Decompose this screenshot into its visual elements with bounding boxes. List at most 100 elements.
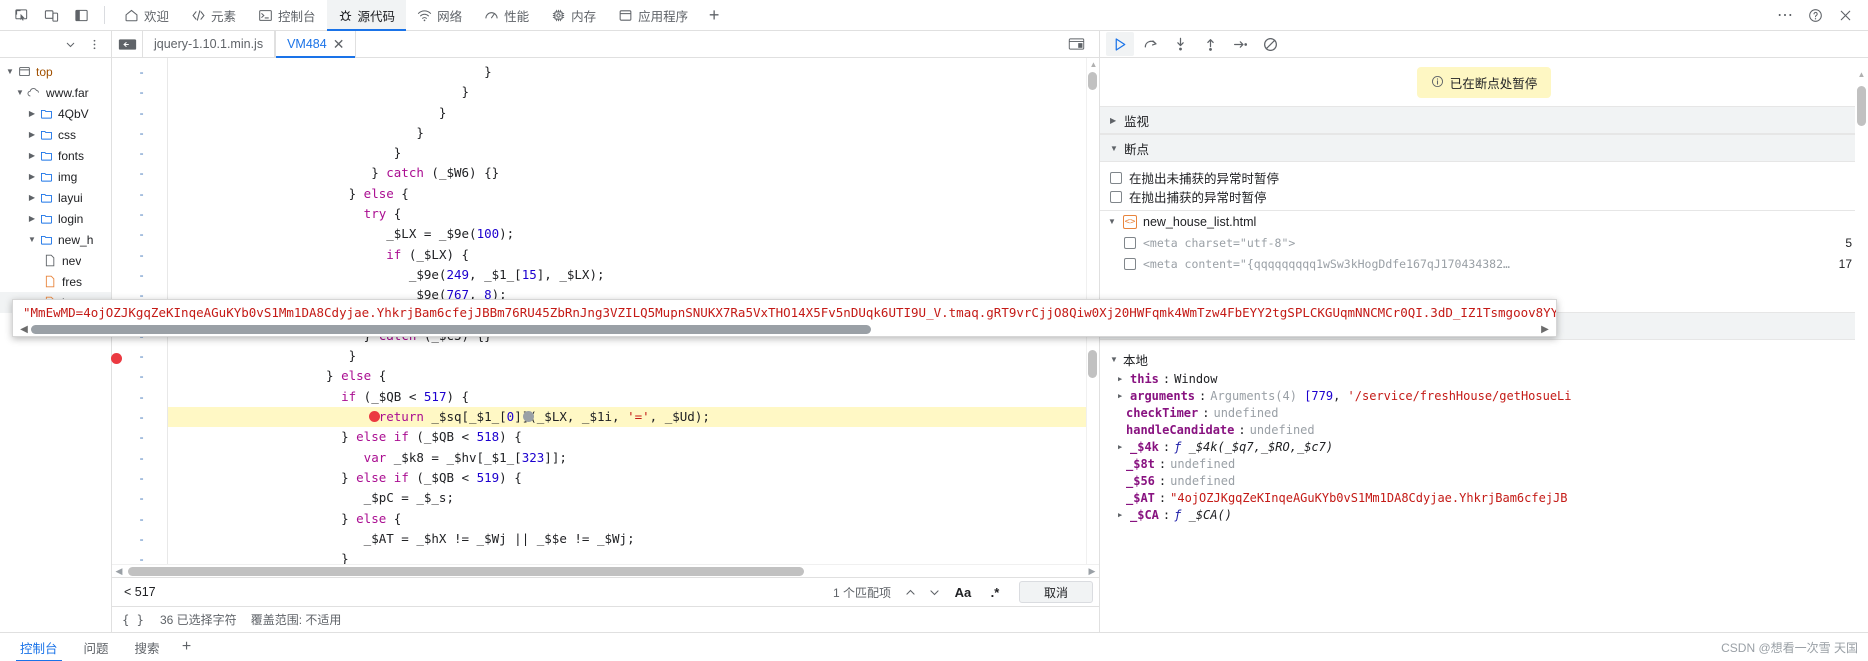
code-line-highlighted[interactable]: return _$sq[_$1_[0]](_$LX, _$1i, '=', _$…: [168, 407, 1099, 428]
line-number[interactable]: -: [112, 123, 167, 143]
scroll-left-arrow-icon[interactable]: ◀: [112, 566, 126, 577]
help-icon[interactable]: [1800, 2, 1830, 28]
navigator-more-options-icon[interactable]: [83, 33, 105, 55]
scope-variable-row[interactable]: _$AT: "4ojOZJKgqZeKInqeAGuKYb0vS1Mm1DA8C…: [1100, 489, 1868, 506]
step-into-icon[interactable]: [1166, 32, 1194, 56]
close-icon[interactable]: ✕: [333, 37, 345, 51]
step-over-icon[interactable]: [1136, 32, 1164, 56]
scope-variable-row[interactable]: ▶ arguments: Arguments(4) [779, '/service…: [1100, 387, 1868, 404]
chevron-down-icon[interactable]: ▼: [1110, 144, 1119, 153]
section-breakpoints[interactable]: ▼ 断点: [1100, 134, 1868, 162]
checkbox[interactable]: [1124, 236, 1136, 249]
drawer-tab-issues[interactable]: 问题: [72, 633, 121, 661]
scope-variable-row[interactable]: checkTimer: undefined: [1100, 404, 1868, 421]
line-number[interactable]: -: [112, 509, 167, 529]
code-line[interactable]: } else if (_$QB < 519) {: [168, 468, 1099, 488]
scope-group-local[interactable]: ▼ 本地: [1100, 349, 1868, 370]
chevron-right-icon[interactable]: ▶: [1110, 116, 1119, 125]
editor-vscroll-thumb-2[interactable]: [1088, 350, 1097, 378]
open-in-new-window-icon[interactable]: [1061, 37, 1091, 51]
navigator-breakpoint-dot[interactable]: [111, 353, 122, 364]
code-line[interactable]: }: [168, 549, 1099, 564]
collapse-triangle-icon[interactable]: ▶: [26, 214, 38, 223]
scope-variable-row[interactable]: handleCandidate: undefined: [1100, 421, 1868, 438]
line-number[interactable]: -: [112, 427, 167, 447]
editor-tab-jquery[interactable]: jquery-1.10.1.min.js: [142, 31, 276, 57]
tooltip-scroll-thumb[interactable]: [31, 324, 871, 334]
code-line[interactable]: if (_$LX) {: [168, 245, 1099, 265]
breakpoint-file-row[interactable]: ▼ <> new_house_list.html: [1100, 210, 1868, 232]
line-number[interactable]: -: [112, 245, 167, 265]
collapse-navigator-icon[interactable]: [112, 31, 142, 57]
more-tabs-chevron-icon[interactable]: [59, 33, 81, 55]
tab-elements[interactable]: 元素: [180, 0, 247, 31]
code-line[interactable]: }: [168, 62, 1099, 82]
line-number[interactable]: -: [112, 366, 167, 386]
breakpoint-row[interactable]: <meta charset="utf-8"> 5: [1100, 232, 1868, 253]
line-number[interactable]: -: [112, 265, 167, 285]
expand-triangle-icon[interactable]: ▼: [14, 88, 26, 97]
inspect-element-icon[interactable]: [6, 2, 36, 28]
code-line[interactable]: }: [168, 143, 1099, 163]
chevron-down-icon[interactable]: ▼: [1110, 355, 1119, 364]
find-previous-icon[interactable]: [899, 581, 923, 603]
find-next-icon[interactable]: [923, 581, 947, 603]
device-toolbar-icon[interactable]: [36, 2, 66, 28]
code-line[interactable]: _$9e(249, _$1_[15], _$LX);: [168, 265, 1099, 285]
pause-caught-exceptions-row[interactable]: 在抛出捕获的异常时暂停: [1100, 187, 1868, 206]
scroll-right-arrow-icon[interactable]: ▶: [1085, 566, 1099, 577]
scroll-right-arrow-icon[interactable]: ▶: [1538, 324, 1552, 335]
code-line[interactable]: }: [168, 103, 1099, 123]
step-out-icon[interactable]: [1196, 32, 1224, 56]
tree-item-css[interactable]: ▶ css: [0, 124, 111, 145]
tree-item-4qbv[interactable]: ▶ 4QbV: [0, 103, 111, 124]
scope-variable-row[interactable]: _$8t: undefined: [1100, 455, 1868, 472]
debugger-vscroll-thumb[interactable]: [1857, 86, 1866, 126]
code-line[interactable]: _$AT = _$hX != _$Wj || _$$e != _$Wj;: [168, 529, 1099, 549]
pretty-print-button[interactable]: { }: [120, 610, 146, 630]
line-number[interactable]: -: [112, 143, 167, 163]
code-line[interactable]: }: [168, 82, 1099, 102]
regex-toggle[interactable]: .*: [982, 581, 1008, 603]
chevron-down-icon[interactable]: ▼: [1108, 217, 1117, 226]
tab-welcome[interactable]: 欢迎: [113, 0, 180, 31]
line-number[interactable]: -: [112, 488, 167, 508]
tree-item-new-h[interactable]: ▼ new_h: [0, 229, 111, 250]
checkbox[interactable]: [1110, 171, 1122, 184]
tree-item-fres[interactable]: fres: [0, 271, 111, 292]
line-number[interactable]: -: [112, 103, 167, 123]
line-number[interactable]: -: [112, 468, 167, 488]
checkbox[interactable]: [1124, 257, 1136, 270]
debugger-vertical-scrollbar[interactable]: ▲: [1855, 58, 1868, 632]
drawer-tab-search[interactable]: 搜索: [123, 633, 172, 661]
scope-variable-row[interactable]: ▶ _$CA: ƒ _$CA(): [1100, 506, 1868, 523]
scroll-left-arrow-icon[interactable]: ◀: [17, 324, 31, 335]
line-number[interactable]: -: [112, 82, 167, 102]
line-number[interactable]: -: [112, 529, 167, 549]
add-panel-button[interactable]: +: [699, 0, 729, 31]
line-number[interactable]: -: [112, 184, 167, 204]
chevron-right-icon[interactable]: ▶: [1118, 375, 1126, 383]
tree-item-nev[interactable]: nev: [0, 250, 111, 271]
code-line[interactable]: } else {: [168, 509, 1099, 529]
scroll-up-arrow-icon[interactable]: ▲: [1089, 60, 1098, 69]
chevron-right-icon[interactable]: ▶: [1118, 392, 1126, 400]
tab-console[interactable]: 控制台: [247, 0, 327, 31]
scroll-up-arrow-icon[interactable]: ▲: [1857, 70, 1866, 79]
scope-variable-row[interactable]: _$56: undefined: [1100, 472, 1868, 489]
line-number[interactable]: -: [112, 224, 167, 244]
expand-triangle-icon[interactable]: ▼: [26, 235, 38, 244]
code-line[interactable]: } else if (_$QB < 518) {: [168, 427, 1099, 447]
code-line[interactable]: if (_$QB < 517) {: [168, 387, 1099, 407]
drawer-add-tab-button[interactable]: +: [174, 633, 200, 661]
tab-application[interactable]: 应用程序: [607, 0, 699, 31]
editor-horizontal-scrollbar[interactable]: ◀ ▶: [112, 564, 1099, 577]
drawer-tab-console[interactable]: 控制台: [8, 633, 70, 661]
tree-item-layui[interactable]: ▶ layui: [0, 187, 111, 208]
line-number[interactable]: -: [112, 387, 167, 407]
close-devtools-icon[interactable]: [1830, 2, 1860, 28]
code-line[interactable]: try {: [168, 204, 1099, 224]
code-line[interactable]: _$LX = _$9e(100);: [168, 224, 1099, 244]
more-options-icon[interactable]: ⋯: [1770, 2, 1800, 28]
editor-tab-vm484[interactable]: VM484 ✕: [275, 31, 357, 58]
